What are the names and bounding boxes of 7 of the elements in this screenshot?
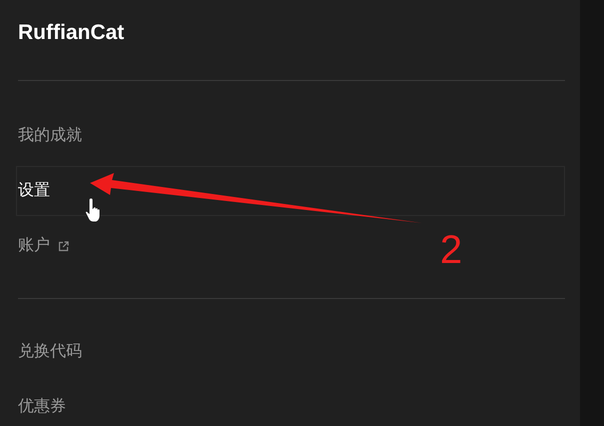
annotation-number: 2 — [440, 230, 462, 270]
menu-item-label: 设置 — [18, 181, 50, 201]
username: RuffianCat — [18, 20, 124, 46]
menu-item-label: 我的成就 — [18, 126, 82, 146]
menu-item-label: 账户 — [18, 236, 50, 256]
menu-item-label: 优惠券 — [18, 396, 66, 417]
menu-item-label: 兑换代码 — [18, 342, 82, 362]
